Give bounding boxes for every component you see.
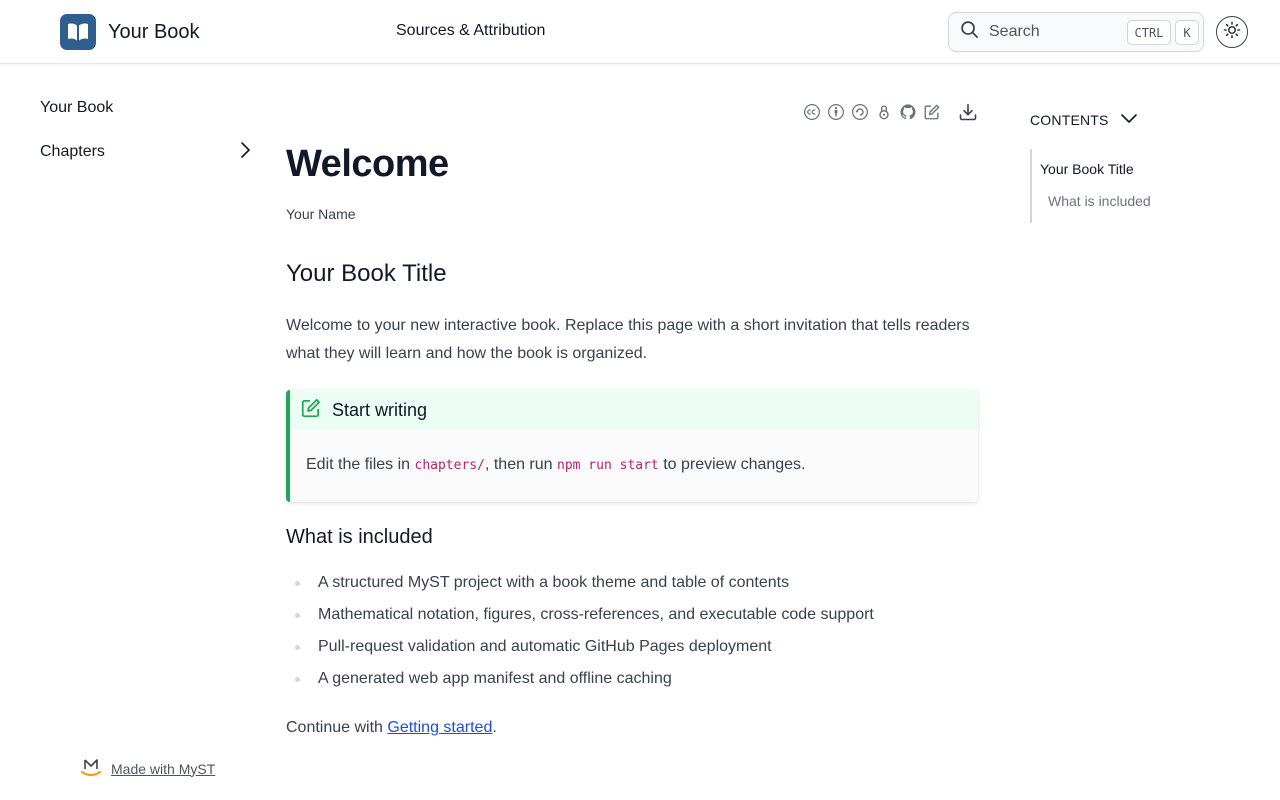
section-heading-included: What is included	[286, 526, 433, 548]
shortcut-key-ctrl: CTRL	[1127, 20, 1171, 45]
article-toolbar	[802, 102, 982, 122]
list-item: A structured MyST project with a book th…	[286, 571, 978, 595]
chevron-right-icon[interactable]	[235, 140, 255, 165]
list-item: Mathematical notation, figures, cross-re…	[286, 603, 978, 627]
brand-name: Your Book	[108, 20, 200, 43]
table-of-contents: CONTENTS Your Book Title What is include…	[1030, 108, 1250, 223]
inline-code-command: npm run start	[557, 458, 659, 473]
sidebar-item-your-book[interactable]: Your Book	[40, 96, 255, 120]
toc-list: Your Book Title What is included	[1030, 149, 1250, 223]
book-logo-icon	[60, 14, 96, 50]
article: Welcome Your Name Your Book Title Welcom…	[286, 140, 978, 737]
author-name: Your Name	[286, 206, 356, 222]
toc-heading: CONTENTS	[1030, 111, 1109, 128]
nav-link-sources[interactable]: Sources & Attribution	[396, 22, 545, 40]
myst-logo-icon	[80, 756, 102, 781]
sa-icon[interactable]	[850, 102, 870, 122]
chevron-down-icon	[1119, 108, 1139, 131]
intro-paragraph: Welcome to your new interactive book. Re…	[286, 317, 970, 362]
sidebar-item-chapters[interactable]: Chapters	[40, 140, 255, 164]
section-heading-book-title: Your Book Title	[286, 260, 447, 287]
github-icon[interactable]	[898, 102, 918, 122]
admonition-text: , then run	[484, 456, 557, 473]
tip-admonition: Start writing Edit the files in chapters…	[286, 390, 978, 502]
admonition-body: Edit the files in chapters/, then run np…	[290, 430, 978, 502]
theme-toggle-button[interactable]	[1216, 16, 1248, 48]
getting-started-link[interactable]: Getting started	[387, 719, 492, 736]
brand-link[interactable]: Your Book	[60, 14, 200, 50]
edit-icon[interactable]	[922, 102, 942, 122]
sidebar-item-label: Chapters	[40, 143, 105, 160]
page-title: Welcome	[286, 143, 449, 185]
search-button[interactable]: Search CTRL K	[948, 12, 1204, 52]
by-icon[interactable]	[826, 102, 846, 122]
download-icon[interactable]	[958, 102, 978, 122]
toc-item-book-title[interactable]: Your Book Title	[1032, 153, 1250, 185]
edit-icon	[300, 397, 322, 424]
search-icon	[960, 20, 979, 44]
admonition-title: Start writing	[332, 399, 428, 420]
continue-paragraph: Continue with Getting started.	[286, 719, 978, 737]
inline-code-chapters: chapters/	[414, 458, 485, 473]
admonition-text: Edit the files in	[306, 456, 415, 473]
feature-list: A structured MyST project with a book th…	[286, 571, 978, 691]
left-sidebar: Your Book Chapters	[40, 96, 255, 164]
made-with-myst-label: Made with MyST	[111, 760, 216, 777]
list-item: Pull-request validation and automatic Gi…	[286, 635, 978, 659]
top-bar: Your Book Sources & Attribution Search C…	[0, 0, 1280, 64]
cc-icon[interactable]	[802, 102, 822, 122]
open-access-icon[interactable]	[874, 102, 894, 122]
toc-toggle[interactable]: CONTENTS	[1030, 108, 1250, 131]
continue-text: Continue with	[286, 719, 388, 736]
made-with-myst-link[interactable]: Made with MyST	[80, 756, 215, 781]
admonition-text: to preview changes.	[658, 456, 806, 473]
search-label: Search	[989, 23, 1040, 40]
list-item: A generated web app manifest and offline…	[286, 667, 978, 691]
continue-suffix: .	[492, 719, 497, 736]
sun-icon	[1223, 21, 1241, 44]
admonition-header: Start writing	[290, 390, 978, 430]
sidebar-item-label: Your Book	[40, 99, 114, 116]
shortcut-key-k: K	[1175, 20, 1199, 45]
toc-item-what-is-included[interactable]: What is included	[1032, 185, 1250, 217]
